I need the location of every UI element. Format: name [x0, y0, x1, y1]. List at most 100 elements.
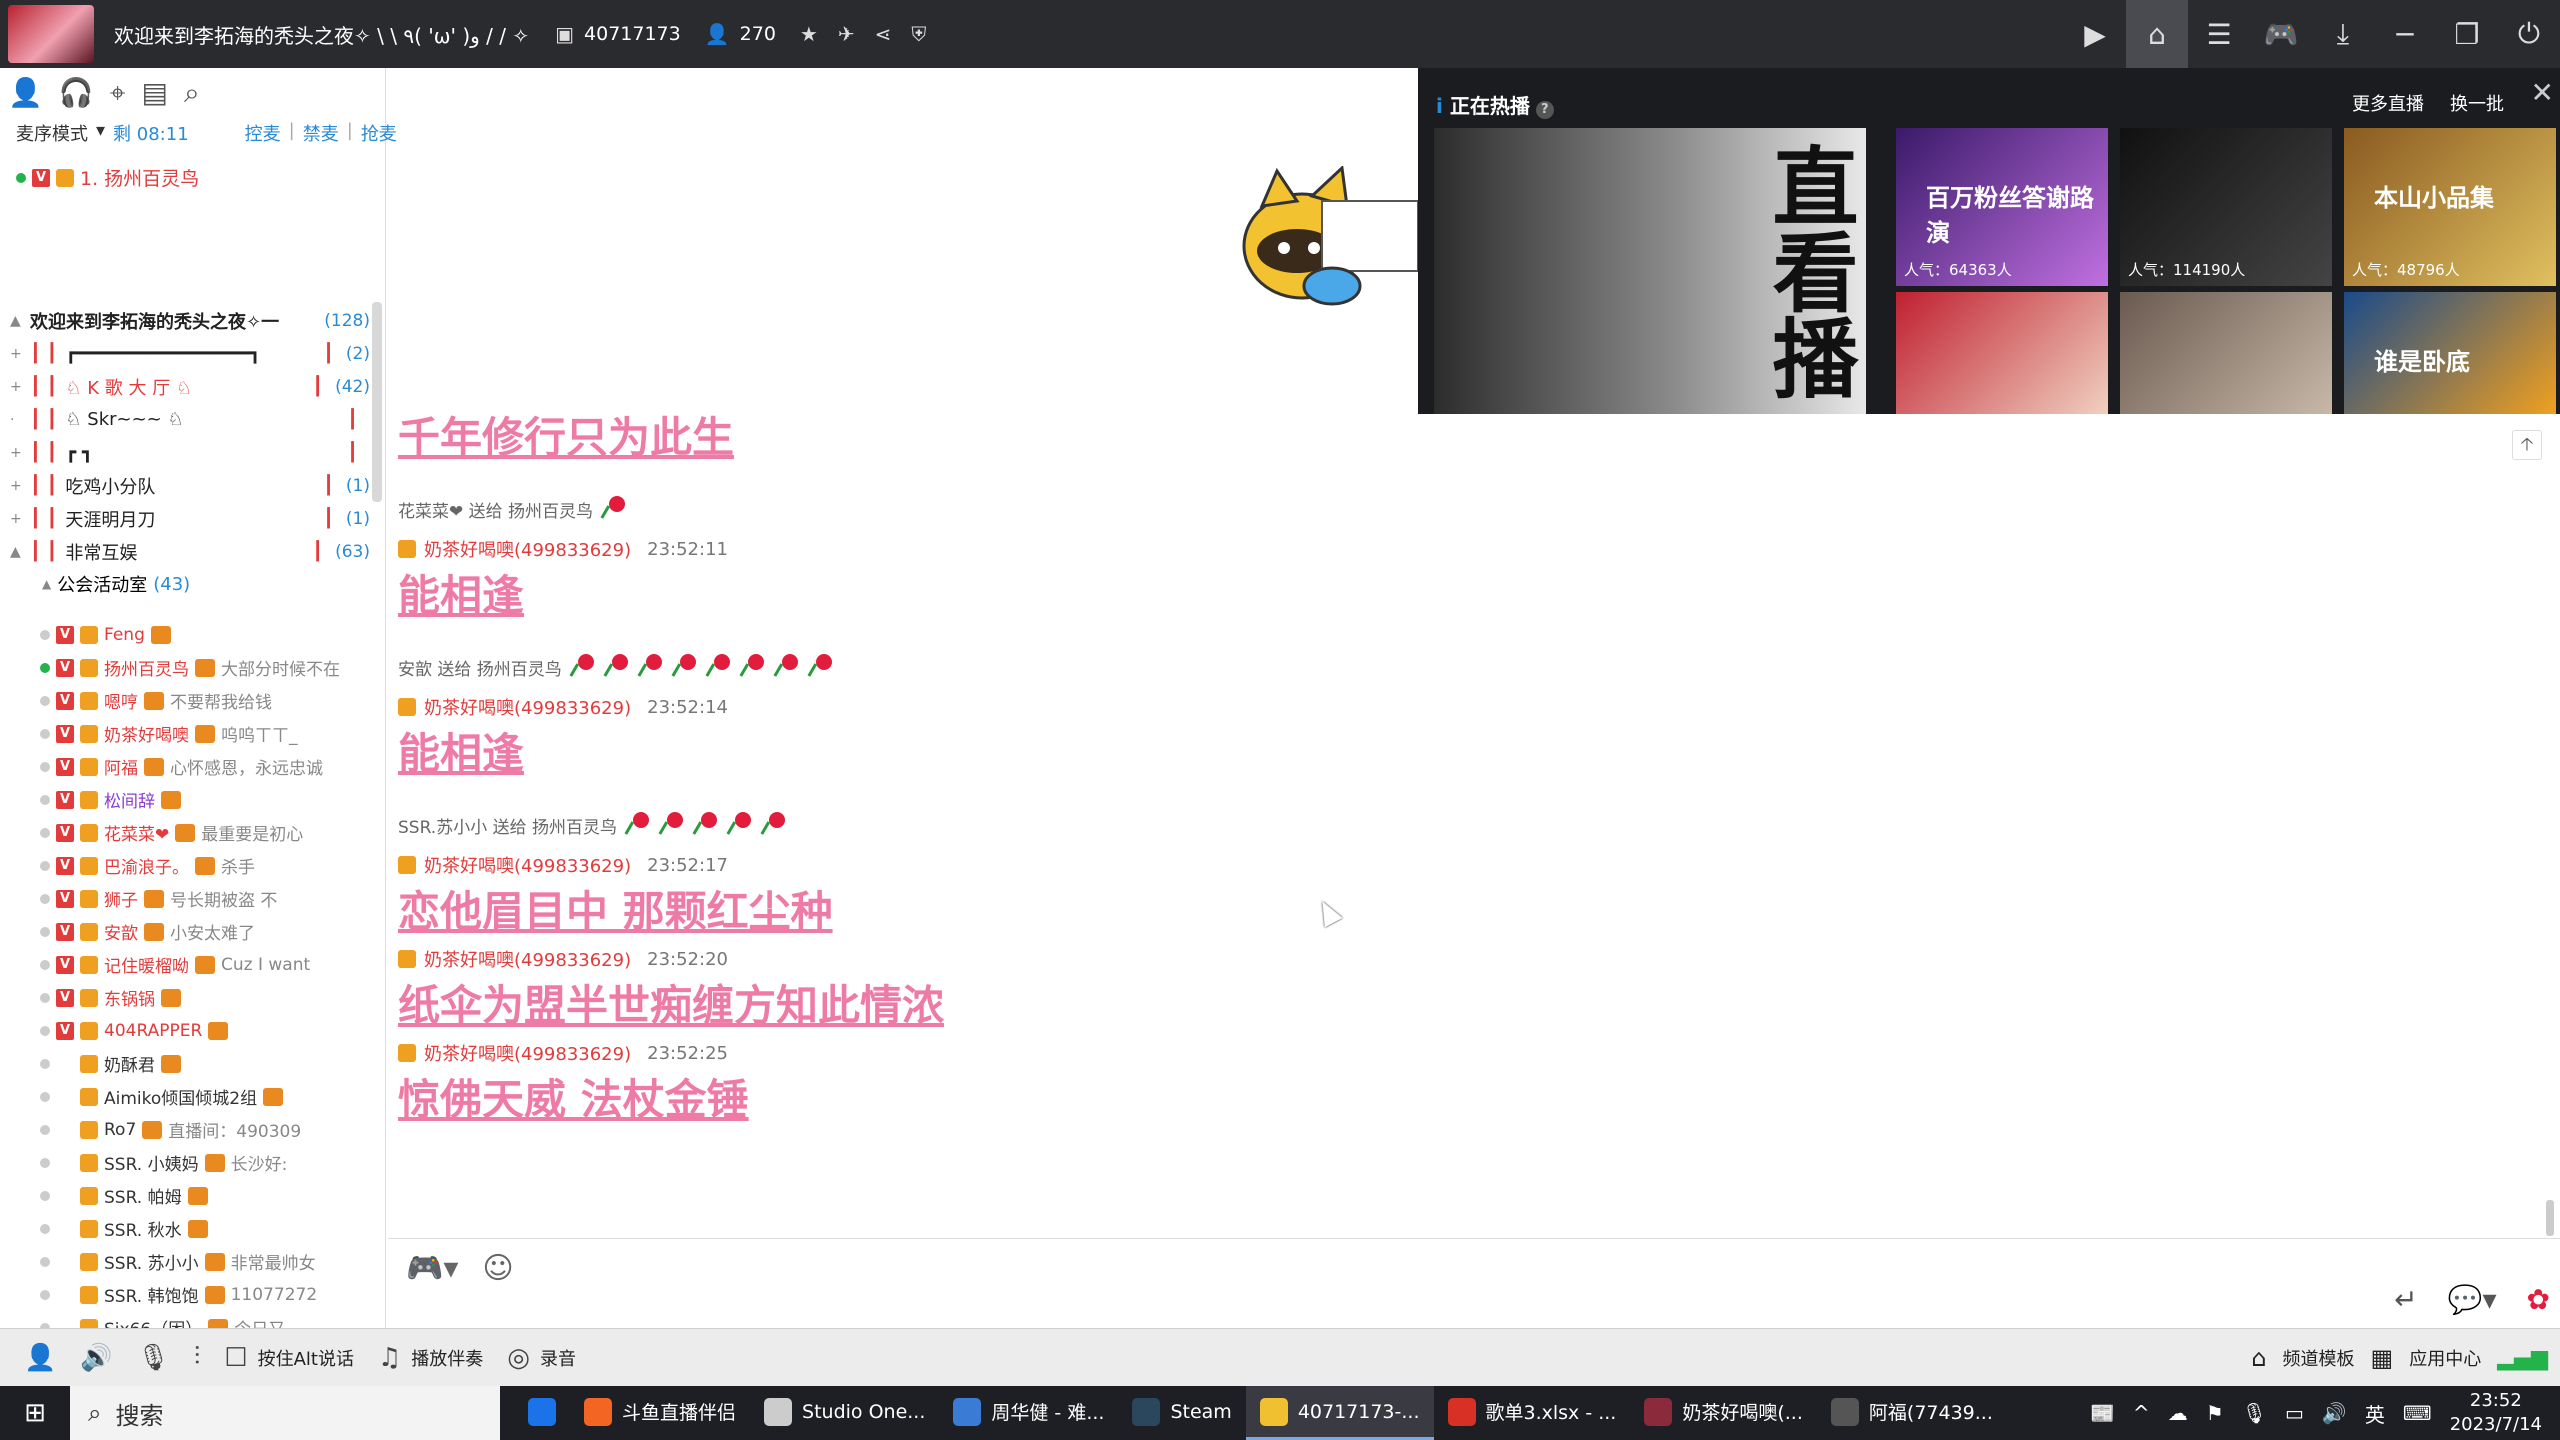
location-icon[interactable]: ⌖ — [110, 76, 126, 110]
live-icon[interactable]: ▶ — [2064, 0, 2126, 68]
member-item[interactable]: V 狮子 号长期被盗 不 — [40, 882, 380, 915]
list-icon[interactable]: ☰ — [2188, 0, 2250, 68]
expand-icon[interactable]: + — [10, 478, 24, 494]
member-item[interactable]: SSR. 小姨妈 长沙好: — [40, 1146, 380, 1179]
network-icon[interactable]: ☁ — [2168, 1401, 2188, 1425]
user-avatar[interactable]: 👤 — [24, 1343, 56, 1373]
grab-mic-link[interactable]: 抢麦 — [361, 120, 397, 146]
member-item[interactable]: V Feng — [40, 618, 380, 651]
channel-item[interactable]: + ┃ ┃ ┏━━━━━━━━━━━━━━━━┓ ┃ (2) — [10, 337, 370, 370]
mic-mode-select[interactable]: 麦序模式 — [16, 120, 88, 146]
member-item[interactable]: V 记住暖榴呦 Cuz I want — [40, 948, 380, 981]
plane-icon[interactable]: ✈ — [838, 22, 855, 46]
chat-bubble-icon[interactable]: 💬▾ — [2448, 1283, 2497, 1316]
member-item[interactable]: Aimiko倾国倾城2组 — [40, 1080, 380, 1113]
record-button[interactable]: ◎ 录音 — [507, 1343, 576, 1373]
channel-item[interactable]: ▲ 欢迎来到李拓海的秃头之夜✧一 (128) — [10, 304, 370, 337]
chat-username[interactable]: 奶茶好喝噢(499833629) — [424, 852, 631, 878]
chat-username[interactable]: 奶茶好喝噢(499833629) — [424, 1040, 631, 1066]
member-item[interactable]: SSR. 苏小小 非常最帅女 — [40, 1245, 380, 1278]
expand-icon[interactable]: + — [10, 445, 24, 461]
grid-icon[interactable]: ▦ — [2371, 1344, 2394, 1372]
channel-item[interactable]: ▲ ┃ ┃ 非常互娱 ┃ (63) — [10, 535, 370, 568]
channel-item[interactable]: + ┃ ┃ 吃鸡小分队 ┃ (1) — [10, 469, 370, 502]
more-live-link[interactable]: 更多直播 — [2352, 90, 2424, 116]
taskbar-app[interactable]: 周华健 - 难... — [939, 1386, 1118, 1440]
expand-icon[interactable]: · — [10, 412, 24, 428]
stream-thumbnail[interactable]: 谁是卧底 — [2344, 292, 2556, 414]
featured-stream[interactable]: 直看播 — [1434, 128, 1866, 414]
stream-thumbnail[interactable]: 人气：114190人 — [2120, 128, 2332, 286]
gamepad-icon[interactable]: 🎮▾ — [406, 1251, 458, 1286]
chat-username[interactable]: 奶茶好喝噢(499833629) — [424, 946, 631, 972]
taskbar-app[interactable]: 斗鱼直播伴侣 — [570, 1386, 750, 1440]
member-item[interactable]: V 巴渝浪子。 杀手 — [40, 849, 380, 882]
stream-thumbnail[interactable]: 百万粉丝答谢路演 人气：64363人 — [1896, 128, 2108, 286]
home-icon[interactable]: ⌂ — [2126, 0, 2188, 68]
taskbar-app[interactable]: Steam — [1118, 1386, 1245, 1440]
restore-icon[interactable]: ❐ — [2436, 0, 2498, 68]
member-item[interactable]: V 嗯哼 不要帮我给钱 — [40, 684, 380, 717]
minimize-icon[interactable]: ─ — [2374, 0, 2436, 68]
mic-queue-item[interactable]: V 1. 扬州百灵鸟 — [16, 164, 199, 191]
taskbar-app[interactable]: 阿福(77439... — [1817, 1386, 2007, 1440]
control-mic-link[interactable]: 控麦 — [245, 120, 281, 146]
rose-icon[interactable]: ✿ — [2527, 1283, 2550, 1316]
help-icon[interactable]: ? — [1535, 101, 1554, 119]
member-item[interactable]: V 奶茶好喝噢 呜呜ㄒㄒ_ — [40, 717, 380, 750]
enter-icon[interactable]: ↵ — [2394, 1283, 2417, 1316]
stream-thumbnail[interactable]: 本山小品集 人气：48796人 — [2344, 128, 2556, 286]
expand-icon[interactable]: + — [10, 379, 24, 395]
star-icon[interactable]: ★ — [800, 22, 818, 46]
ime-indicator[interactable]: 英 — [2365, 1399, 2385, 1428]
member-item[interactable]: V 花菜菜❤ 最重要是初心 — [40, 816, 380, 849]
speaker-icon[interactable]: 🔊 — [80, 1343, 112, 1373]
chat-input-area[interactable]: 🎮▾ ☺ ↵ 💬▾ ✿ — [388, 1238, 2560, 1328]
member-item[interactable]: SSR. 秋水 — [40, 1212, 380, 1245]
member-item[interactable]: SSR. 韩饱饱 11077272 — [40, 1278, 380, 1311]
user-icon[interactable]: 👤 — [8, 76, 43, 110]
taskbar-app[interactable]: 40717173-... — [1245, 1386, 1434, 1440]
hold-alt-toggle[interactable]: ☐ 按住Alt说话 — [224, 1343, 354, 1373]
windows-start-icon[interactable]: ⊞ — [0, 1386, 70, 1440]
channel-item[interactable]: + ┃ ┃ ┏ ┓ ┃ — [10, 436, 370, 469]
share-icon[interactable]: ⋖ — [875, 22, 892, 46]
taskbar-app[interactable]: 奶茶好喝噢(... — [1630, 1386, 1817, 1440]
taskbar-app[interactable]: Studio One... — [750, 1386, 939, 1440]
chat-scrollbar[interactable] — [2546, 1200, 2554, 1236]
emoji-icon[interactable]: ☺ — [482, 1251, 513, 1286]
stream-thumbnail[interactable] — [2120, 292, 2332, 414]
member-item[interactable]: Ro7 直播间：490309 — [40, 1113, 380, 1146]
home-icon[interactable]: ⌂ — [2251, 1344, 2266, 1372]
channel-item[interactable]: + ┃ ┃ 天涯明月刀 ┃ (1) — [10, 502, 370, 535]
refresh-link[interactable]: 换一批 — [2450, 90, 2504, 116]
shield-icon[interactable]: ⛨ — [911, 22, 926, 46]
expand-icon[interactable]: ▲ — [10, 544, 24, 560]
channel-item[interactable]: + ┃ ┃ ♘ K 歌 大 厅 ♘ ┃ (42) — [10, 370, 370, 403]
member-item[interactable]: V 安歆 小安太难了 — [40, 915, 380, 948]
app-center-button[interactable]: 应用中心 — [2409, 1345, 2481, 1371]
channel-item[interactable]: · ┃ ┃ ♘ Skr~~~ ♘ ┃ — [10, 403, 370, 436]
gamepad-icon[interactable]: 🎮 — [2250, 0, 2312, 68]
chat-username[interactable]: 奶茶好喝噢(499833629) — [424, 536, 631, 562]
play-music-button[interactable]: ♫ 播放伴奏 — [378, 1343, 483, 1373]
close-icon[interactable]: ✕ — [2531, 76, 2554, 109]
mic-tray-icon[interactable]: 🎙 — [2242, 1401, 2267, 1425]
chat-username[interactable]: 奶茶好喝噢(499833629) — [424, 694, 631, 720]
display-icon[interactable]: ▭ — [2285, 1401, 2304, 1425]
expand-icon[interactable]: + — [10, 346, 24, 362]
channel-template-button[interactable]: 频道模板 — [2283, 1345, 2355, 1371]
chevron-up-icon[interactable]: ^ — [2133, 1401, 2150, 1425]
taskbar-app[interactable]: 歌单3.xlsx - ... — [1434, 1386, 1631, 1440]
power-icon[interactable]: ⏻ — [2498, 0, 2560, 68]
search-icon[interactable]: ⌕ — [184, 76, 200, 110]
member-item[interactable]: 奶酥君 — [40, 1047, 380, 1080]
expand-icon[interactable]: + — [10, 511, 24, 527]
member-item[interactable]: V 松间辞 — [40, 783, 380, 816]
headset-icon[interactable]: 🎧 — [59, 76, 94, 110]
flag-icon[interactable]: ⚑ — [2206, 1401, 2224, 1425]
member-item[interactable]: SSR. 帕姆 — [40, 1179, 380, 1212]
chevron-down-icon[interactable]: ▾ — [96, 120, 105, 146]
expand-icon[interactable]: ▲ — [10, 313, 24, 329]
left-scrollbar[interactable] — [372, 302, 382, 502]
